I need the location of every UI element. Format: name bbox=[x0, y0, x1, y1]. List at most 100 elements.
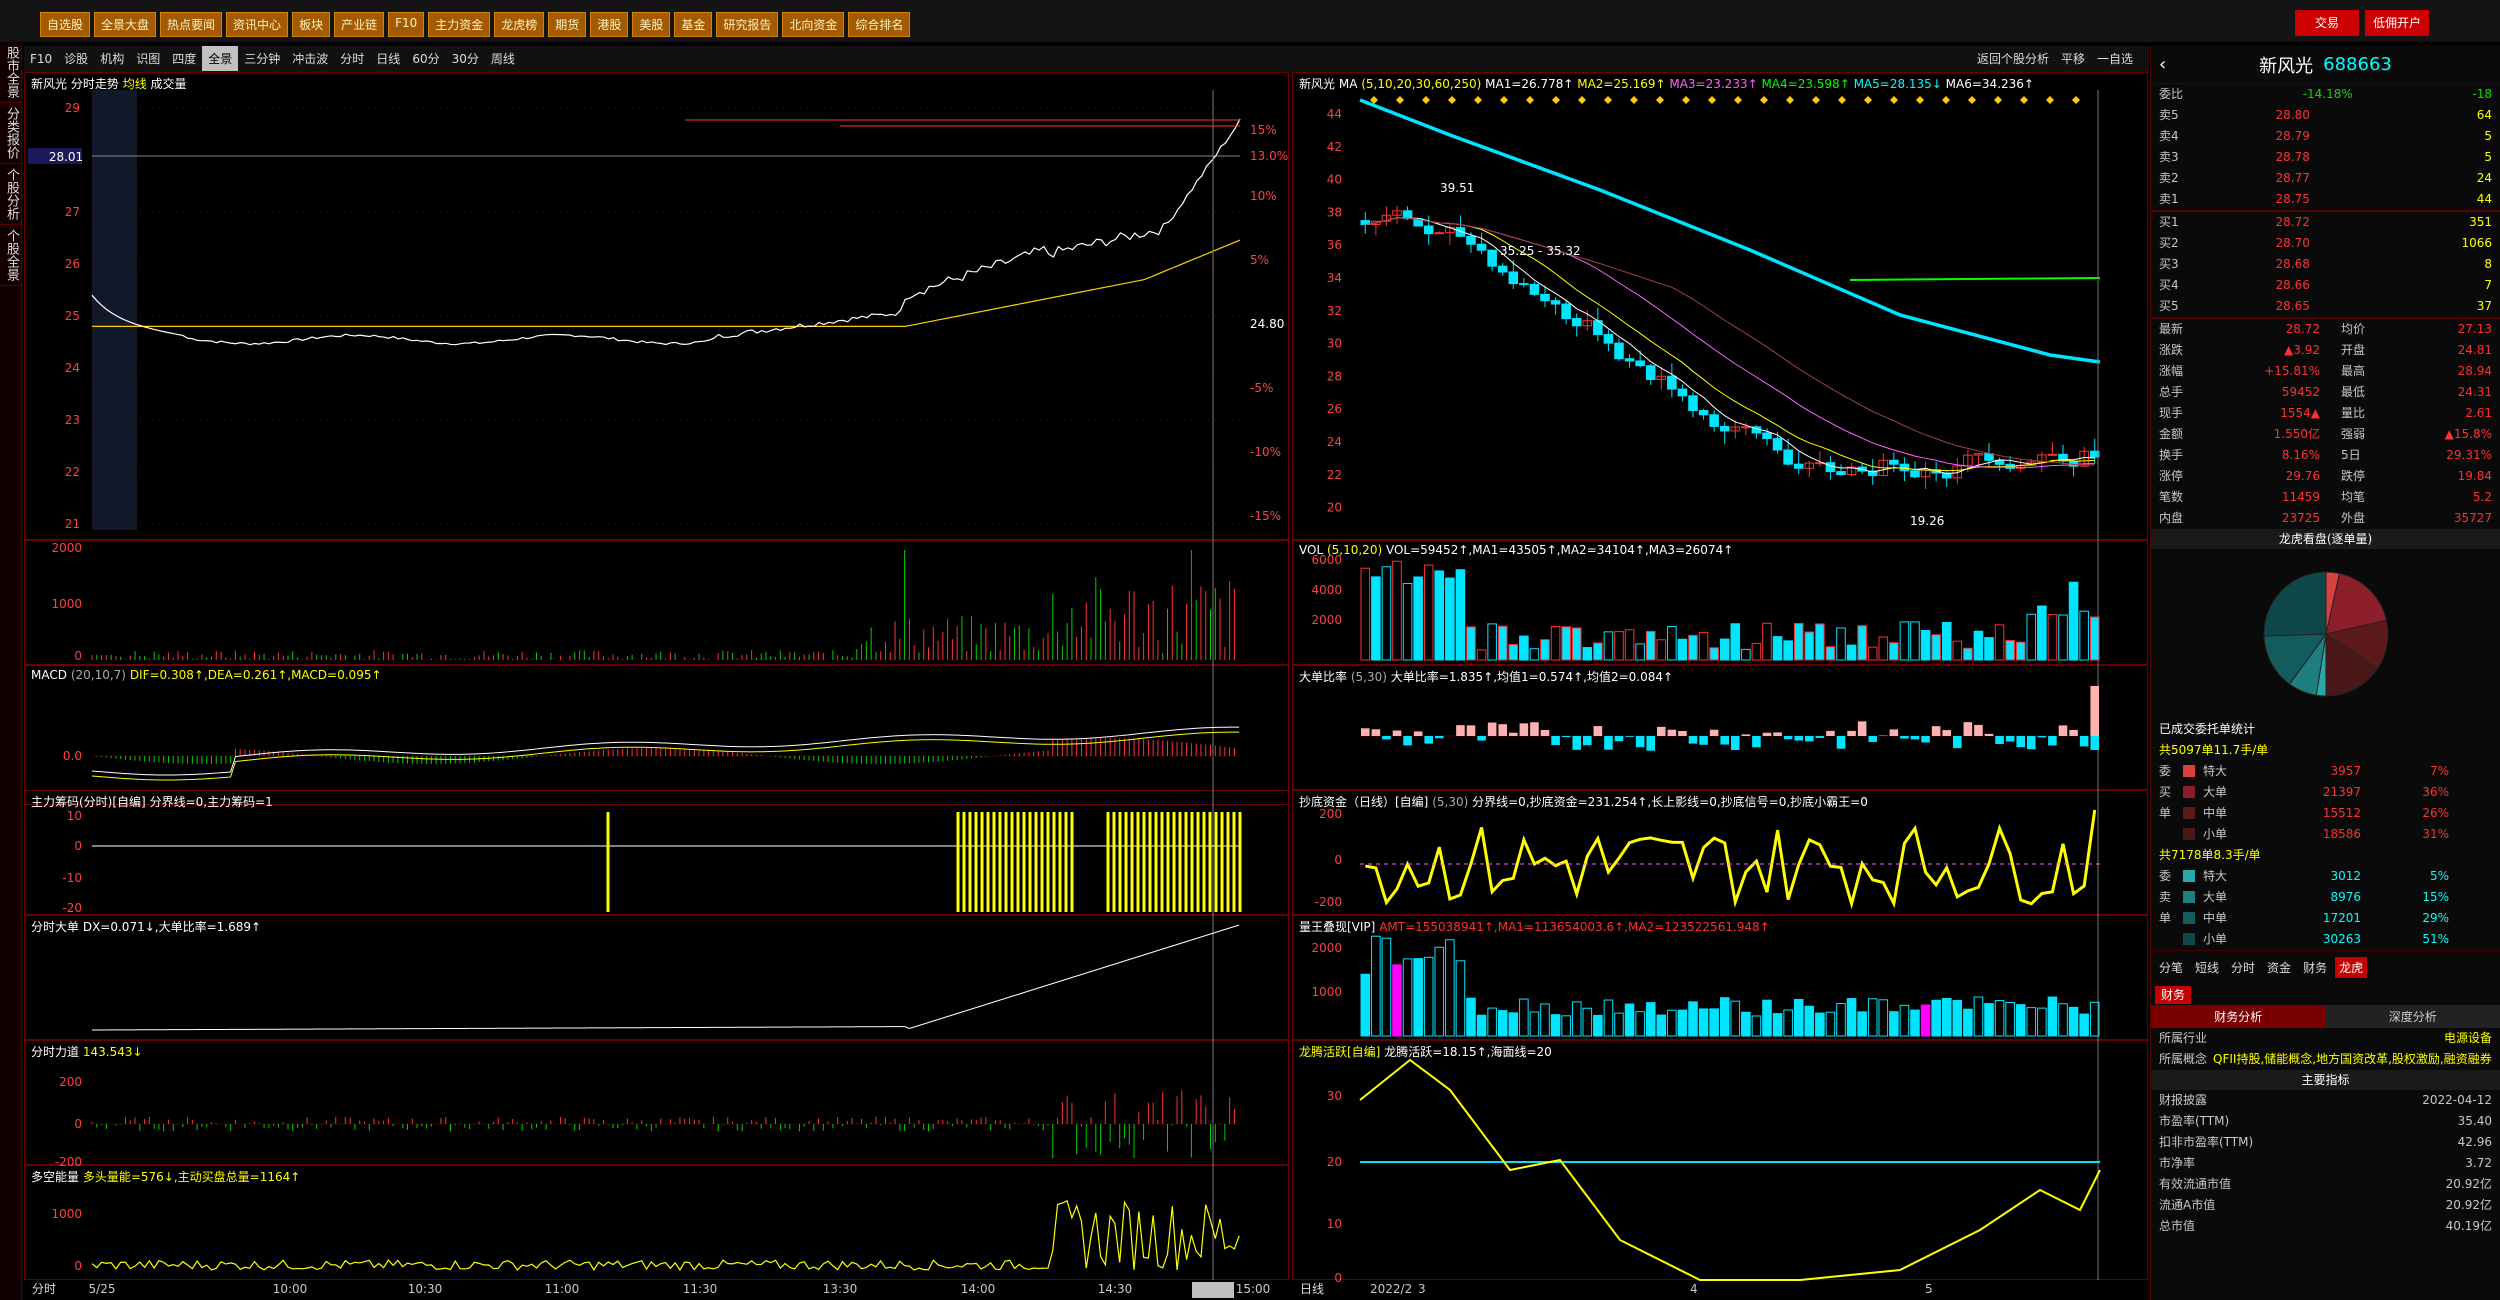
buy-row-2: 买3 28.68 8 bbox=[2151, 254, 2500, 275]
stat-label: 换手 bbox=[2159, 448, 2184, 462]
toolbar-item-0[interactable]: F10 bbox=[24, 48, 58, 70]
sellRows-side: 卖 bbox=[2159, 890, 2172, 904]
open-account-button[interactable]: 低佣开户 bbox=[2365, 10, 2429, 36]
menu-item-6[interactable]: F10 bbox=[388, 12, 425, 37]
fin-analysis-tab[interactable]: 财务分析 bbox=[2151, 1005, 2326, 1028]
menu-item-12[interactable]: 基金 bbox=[674, 12, 713, 37]
menu-item-0[interactable]: 自选股 bbox=[40, 12, 91, 37]
fin-tab[interactable]: 财务 bbox=[2155, 986, 2192, 1004]
toolbar-item-11[interactable]: 30分 bbox=[446, 46, 485, 71]
sellRows-pct: 51% bbox=[2422, 932, 2449, 946]
menu-item-11[interactable]: 美股 bbox=[632, 12, 671, 37]
leftnav-item-2[interactable]: 个股分析 bbox=[0, 164, 23, 225]
back-chevron-icon[interactable]: ‹ bbox=[2159, 54, 2166, 75]
fin-row-2: 扣非市盈率(TTM) 42.96 bbox=[2151, 1132, 2500, 1153]
left-nav-strip: 股市全景 分类报价 个股分析 个股全景 bbox=[0, 42, 23, 1300]
menu-item-10[interactable]: 港股 bbox=[590, 12, 629, 37]
toolbar-item-5[interactable]: 全景 bbox=[202, 46, 239, 71]
toolbar-item-9[interactable]: 日线 bbox=[370, 46, 406, 71]
menu-item-15[interactable]: 综合排名 bbox=[848, 12, 911, 37]
toolbar-right-item-2[interactable]: 一自选 bbox=[2091, 46, 2139, 71]
deep-analysis-tab[interactable]: 深度分析 bbox=[2325, 1005, 2500, 1028]
stat-value-2: 19.84 bbox=[2457, 469, 2492, 483]
intraday-zl-panel[interactable]: 主力筹码(分时)[自编] 分界线=0,主力筹码=1 bbox=[24, 790, 1289, 915]
sell-row-label: 卖5 bbox=[2159, 108, 2179, 122]
menu-item-5[interactable]: 产业链 bbox=[334, 12, 385, 37]
quote-tab-3[interactable]: 资金 bbox=[2263, 957, 2295, 978]
toolbar-right-item-0[interactable]: 返回个股分析 bbox=[1971, 46, 2055, 71]
buyRows-type: 大单 bbox=[2203, 785, 2228, 799]
fin-row-6: 总市值 40.19亿 bbox=[2151, 1216, 2500, 1237]
toolbar-item-1[interactable]: 诊股 bbox=[58, 46, 94, 71]
stat-label-2: 均笔 bbox=[2341, 490, 2366, 504]
stat-value-2: 24.81 bbox=[2457, 343, 2492, 357]
sell-row-price: 28.78 bbox=[2275, 150, 2310, 164]
sell-row-price: 28.77 bbox=[2275, 171, 2310, 185]
toolbar-right-item-1[interactable]: 平移 bbox=[2055, 46, 2091, 71]
leftnav-item-3[interactable]: 个股全景 bbox=[0, 225, 23, 286]
sell-row-volume: 64 bbox=[2476, 108, 2492, 122]
sellRows-pct: 5% bbox=[2429, 869, 2449, 883]
daily-ma-params: (5,10,20,30,60,250) bbox=[1361, 77, 1482, 91]
daily-lw-title: 量王叠现[VIP] bbox=[1299, 920, 1376, 934]
toolbar-item-3[interactable]: 识图 bbox=[130, 46, 166, 71]
fin-row-1: 市盈率(TTM) 35.40 bbox=[2151, 1111, 2500, 1132]
buy-row-price: 28.68 bbox=[2275, 257, 2310, 271]
intraday-x-label-9: 15:00 bbox=[1236, 1282, 1271, 1296]
intraday-macd-panel[interactable]: MACD (20,10,7) DIF=0.308↑,DEA=0.261↑,MAC… bbox=[24, 665, 1289, 805]
daily-vol-params: (5,10,20) bbox=[1326, 543, 1383, 557]
daily-vol-panel[interactable]: VOL (5,10,20) VOL=59452↑,MA1=43505↑,MA2=… bbox=[1292, 540, 2148, 665]
intraday-price-panel[interactable]: 新风光 分时走势 均线 成交量 bbox=[24, 72, 1289, 540]
wei-row: 委比 -14.18% -18 bbox=[2151, 84, 2500, 105]
quote-tab-1[interactable]: 短线 bbox=[2191, 957, 2223, 978]
toolbar-item-4[interactable]: 四度 bbox=[166, 46, 202, 71]
leftnav-item-1[interactable]: 分类报价 bbox=[0, 103, 23, 164]
menu-item-13[interactable]: 研究报告 bbox=[716, 12, 779, 37]
toolbar-item-8[interactable]: 分时 bbox=[334, 46, 370, 71]
leftnav-item-0[interactable]: 股市全景 bbox=[0, 42, 23, 103]
industry-label: 所属行业 bbox=[2159, 1031, 2208, 1045]
toolbar-item-2[interactable]: 机构 bbox=[94, 46, 130, 71]
stat-label-2: 最低 bbox=[2341, 385, 2366, 399]
trade-button[interactable]: 交易 bbox=[2295, 10, 2359, 36]
quote-stock-code: 688663 bbox=[2323, 54, 2392, 75]
toolbar-item-6[interactable]: 三分钟 bbox=[238, 46, 286, 71]
menu-item-2[interactable]: 热点要闻 bbox=[160, 12, 223, 37]
stat-label: 总手 bbox=[2159, 385, 2184, 399]
quote-tab-2[interactable]: 分时 bbox=[2227, 957, 2259, 978]
menu-item-4[interactable]: 板块 bbox=[292, 12, 331, 37]
intraday-ld-panel[interactable]: 分时力道 143.543↓ bbox=[24, 1040, 1289, 1165]
menu-item-14[interactable]: 北向资金 bbox=[782, 12, 845, 37]
stat-value: +15.81% bbox=[2264, 364, 2320, 378]
menu-item-3[interactable]: 资讯中心 bbox=[226, 12, 289, 37]
sell-row-1: 卖4 28.79 5 bbox=[2151, 126, 2500, 147]
intraday-volume-panel[interactable] bbox=[24, 540, 1289, 665]
intraday-dd-panel[interactable]: 分时大单 DX=0.071↓,大单比率=1.689↑ bbox=[24, 915, 1289, 1040]
ld-values: 143.543↓ bbox=[82, 1045, 143, 1059]
daily-dd-values: 大单比率=1.835↑,均值1=0.574↑,均值2=0.084↑ bbox=[1390, 670, 1674, 684]
daily-dd-panel[interactable]: 大单比率 (5,30) 大单比率=1.835↑,均值1=0.574↑,均值2=0… bbox=[1292, 665, 2148, 790]
toolbar-item-10[interactable]: 60分 bbox=[406, 46, 445, 71]
daily-cd-panel[interactable]: 抄底资金（日线）[自编] (5,30) 分界线=0,抄底资金=231.254↑,… bbox=[1292, 790, 2148, 915]
ma-value-1: MA2=25.169↑ bbox=[1577, 77, 1670, 91]
intraday-dk-panel[interactable]: 多空能量 多头量能=576↓,主动买盘总量=1164↑ bbox=[24, 1165, 1289, 1280]
menu-item-8[interactable]: 龙虎榜 bbox=[494, 12, 545, 37]
toolbar-item-12[interactable]: 周线 bbox=[485, 46, 521, 71]
quote-tab-4[interactable]: 财务 bbox=[2299, 957, 2331, 978]
fin-value: 20.92亿 bbox=[2445, 1198, 2492, 1212]
main-index-title: 主要指标 bbox=[2151, 1070, 2500, 1090]
quote-tab-5[interactable]: 龙虎 bbox=[2335, 957, 2368, 978]
daily-lw-panel[interactable]: 量王叠现[VIP] AMT=155038941↑,MA1=113654003.6… bbox=[1292, 915, 2148, 1040]
menu-item-1[interactable]: 全景大盘 bbox=[94, 12, 157, 37]
quote-stock-name: 新风光 bbox=[2259, 55, 2314, 77]
wei-value: -14.18% bbox=[2302, 87, 2353, 101]
intraday-x-label-0: 5/25 bbox=[89, 1282, 116, 1296]
daily-lt-panel[interactable]: 龙腾活跃[自编] 龙腾活跃=18.15↑,海面线=20 bbox=[1292, 1040, 2148, 1280]
menu-item-7[interactable]: 主力资金 bbox=[428, 12, 491, 37]
toolbar-item-7[interactable]: 冲击波 bbox=[286, 46, 334, 71]
quote-tab-0[interactable]: 分笔 bbox=[2155, 957, 2187, 978]
buyRows-side bbox=[2159, 824, 2175, 845]
daily-kline-panel[interactable]: 新风光 MA (5,10,20,30,60,250) MA1=26.778↑ M… bbox=[1292, 72, 2148, 540]
fin-row-0: 财报披露 2022-04-12 bbox=[2151, 1090, 2500, 1111]
menu-item-9[interactable]: 期货 bbox=[548, 12, 587, 37]
